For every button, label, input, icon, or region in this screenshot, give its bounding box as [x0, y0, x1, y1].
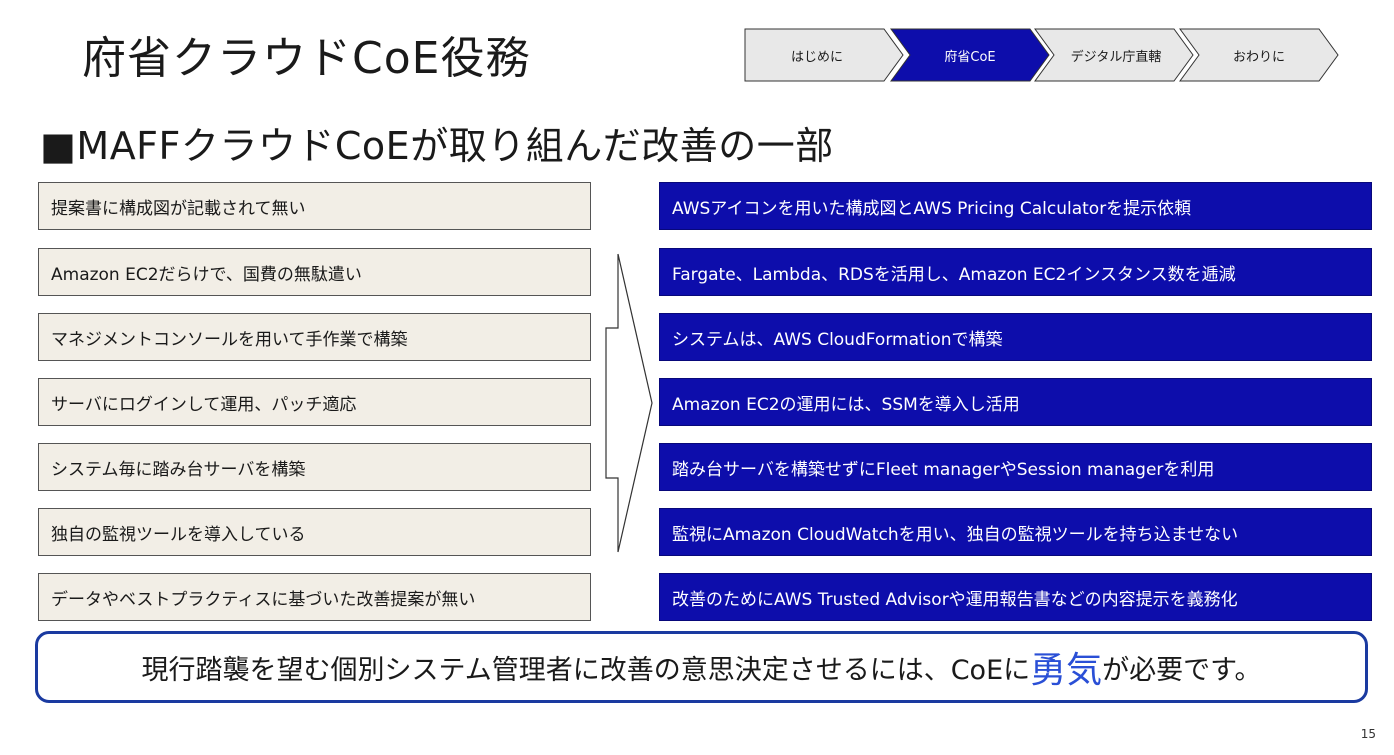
problem-item: Amazon EC2だらけで、国費の無駄遣い [38, 248, 591, 296]
problem-item: システム毎に踏み台サーバを構築 [38, 443, 591, 491]
breadcrumb-item-closing[interactable]: おわりに [1179, 28, 1339, 82]
transformation-arrow [605, 253, 653, 553]
section-subtitle: ■MAFFクラウドCoEが取り組んだ改善の一部 [40, 124, 834, 168]
problem-item: 独自の監視ツールを導入している [38, 508, 591, 556]
conclusion-callout: 現行踏襲を望む個別システム管理者に改善の意思決定させるには、CoEに 勇気 が必… [35, 631, 1368, 703]
improvement-item: Amazon EC2の運用には、SSMを導入し活用 [659, 378, 1372, 426]
improvement-item: 踏み台サーバを構築せずにFleet managerやSession manage… [659, 443, 1372, 491]
breadcrumb-ministry-label: 府省CoE [944, 49, 996, 65]
improvement-item: 改善のためにAWS Trusted Advisorや運用報告書などの内容提示を義… [659, 573, 1372, 621]
page-number: 15 [1360, 727, 1376, 741]
improvement-item: Fargate、Lambda、RDSを活用し、Amazon EC2インスタンス数… [659, 248, 1372, 296]
problem-item: データやベストプラクティスに基づいた改善提案が無い [38, 573, 591, 621]
breadcrumb-item-intro[interactable]: はじめに [744, 28, 904, 82]
improvement-item: 監視にAmazon CloudWatchを用い、独自の監視ツールを持ち込ませない [659, 508, 1372, 556]
conclusion-text-after: が必要です。 [1102, 654, 1262, 686]
conclusion-emphasis: 勇気 [1030, 650, 1103, 691]
breadcrumb-intro-label: はじめに [790, 49, 843, 65]
section-breadcrumb: はじめに 府省CoE デジタル庁直轄 おわりに [744, 28, 1340, 82]
breadcrumb-item-ministry-coe[interactable]: 府省CoE [890, 28, 1050, 82]
breadcrumb-digital-label: デジタル庁直轄 [1070, 49, 1162, 65]
improvement-item: システムは、AWS CloudFormationで構築 [659, 313, 1372, 361]
improvement-item: AWSアイコンを用いた構成図とAWS Pricing Calculatorを提示… [659, 182, 1372, 230]
conclusion-text-before: 現行踏襲を望む個別システム管理者に改善の意思決定させるには、CoEに [141, 654, 1031, 686]
problem-item: 提案書に構成図が記載されて無い [38, 182, 591, 230]
breadcrumb-item-digital-agency[interactable]: デジタル庁直轄 [1034, 28, 1194, 82]
problem-item: サーバにログインして運用、パッチ適応 [38, 378, 591, 426]
problem-item: マネジメントコンソールを用いて手作業で構築 [38, 313, 591, 361]
slide-title: 府省クラウドCoE役務 [82, 33, 531, 84]
breadcrumb-closing-label: おわりに [1232, 49, 1285, 65]
